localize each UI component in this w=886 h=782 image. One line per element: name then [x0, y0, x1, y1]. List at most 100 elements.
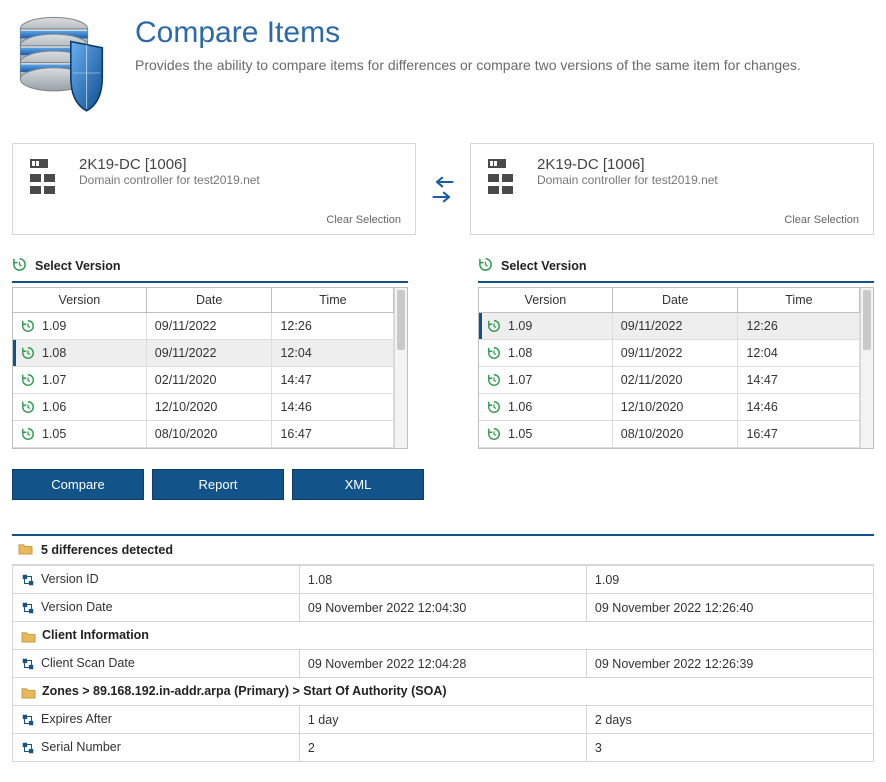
folder-icon — [21, 630, 36, 643]
compare-icon — [21, 713, 35, 727]
page-subtitle: Provides the ability to compare items fo… — [135, 56, 801, 76]
time-value: 14:47 — [272, 367, 394, 394]
diff-label: Serial Number — [41, 740, 121, 754]
folder-icon — [18, 542, 33, 558]
time-value: 12:26 — [738, 313, 860, 340]
select-version-label: Select Version — [35, 259, 120, 273]
date-value: 12/10/2020 — [146, 394, 272, 421]
col-date[interactable]: Date — [612, 288, 738, 313]
clear-selection-link[interactable]: Clear Selection — [27, 214, 401, 226]
col-version[interactable]: Version — [479, 288, 612, 313]
diff-value-a: 1.08 — [299, 566, 586, 594]
time-value: 12:26 — [272, 313, 394, 340]
date-value: 02/11/2020 — [612, 367, 738, 394]
version-panel-right: Select Version Version Date Time 1.0909/… — [478, 257, 874, 449]
diff-row: Client Scan Date09 November 2022 12:04:2… — [13, 650, 874, 678]
col-time[interactable]: Time — [272, 288, 394, 313]
server-tree-icon — [27, 156, 67, 196]
version-table[interactable]: Version Date Time 1.0909/11/202212:261.0… — [13, 288, 394, 448]
folder-icon — [21, 686, 36, 699]
swap-button[interactable] — [430, 175, 456, 204]
col-version[interactable]: Version — [13, 288, 146, 313]
xml-button[interactable]: XML — [292, 469, 424, 500]
clear-selection-link[interactable]: Clear Selection — [485, 214, 859, 226]
version-row[interactable]: 1.0809/11/202212:04 — [479, 340, 860, 367]
diff-label: Expires After — [41, 712, 112, 726]
diff-value-b: 09 November 2022 12:26:39 — [586, 650, 873, 678]
differences-table: Version ID1.081.09Version Date09 Novembe… — [12, 565, 874, 762]
col-time[interactable]: Time — [738, 288, 860, 313]
diff-row: Serial Number 23 — [13, 734, 874, 762]
page-header: Compare Items Provides the ability to co… — [12, 10, 874, 115]
version-value: 1.07 — [508, 373, 532, 387]
version-value: 1.06 — [42, 400, 66, 414]
date-value: 09/11/2022 — [146, 340, 272, 367]
version-table[interactable]: Version Date Time 1.0909/11/202212:261.0… — [479, 288, 860, 448]
date-value: 12/10/2020 — [612, 394, 738, 421]
version-row[interactable]: 1.07 02/11/202014:47 — [13, 367, 394, 394]
arrow-left-icon — [430, 175, 456, 189]
report-button[interactable]: Report — [152, 469, 284, 500]
history-icon — [21, 427, 35, 441]
page-title: Compare Items — [135, 16, 801, 50]
version-row[interactable]: 1.06 12/10/202014:46 — [13, 394, 394, 421]
version-row[interactable]: 1.0702/11/202014:47 — [479, 367, 860, 394]
version-value: 1.08 — [508, 346, 532, 360]
version-value: 1.05 — [508, 427, 532, 441]
item-cards-row: 2K19-DC [1006] Domain controller for tes… — [12, 143, 874, 235]
version-row[interactable]: 1.0909/11/202212:26 — [479, 313, 860, 340]
select-version-header: Select Version — [12, 257, 408, 283]
diff-value-a: 1 day — [299, 706, 586, 734]
version-row[interactable]: 1.09 09/11/202212:26 — [13, 313, 394, 340]
date-value: 09/11/2022 — [612, 340, 738, 367]
version-value: 1.09 — [42, 319, 66, 333]
diff-value-a: 09 November 2022 12:04:30 — [299, 594, 586, 622]
compare-item-right: 2K19-DC [1006] Domain controller for tes… — [470, 143, 874, 235]
version-value: 1.05 — [42, 427, 66, 441]
version-row[interactable]: 1.05 08/10/202016:47 — [479, 421, 860, 448]
version-tables-row: Select Version Version Date Time 1.09 09/… — [12, 257, 874, 449]
differences-header: 5 differences detected — [12, 534, 874, 565]
version-value: 1.06 — [508, 400, 532, 414]
scrollbar[interactable] — [860, 288, 873, 448]
date-value: 08/10/2020 — [612, 421, 738, 448]
compare-icon — [21, 573, 35, 587]
history-icon — [21, 346, 35, 360]
version-value: 1.07 — [42, 373, 66, 387]
action-buttons: Compare Report XML — [12, 469, 874, 500]
version-panel-left: Select Version Version Date Time 1.09 09/… — [12, 257, 408, 449]
card-title: 2K19-DC [1006] — [79, 156, 260, 173]
compare-button[interactable]: Compare — [12, 469, 144, 500]
history-icon — [21, 400, 35, 414]
history-icon — [487, 346, 501, 360]
history-icon — [487, 400, 501, 414]
diff-value-a: 2 — [299, 734, 586, 762]
version-value: 1.08 — [42, 346, 66, 360]
diff-value-b: 09 November 2022 12:26:40 — [586, 594, 873, 622]
diff-value-a: 09 November 2022 12:04:28 — [299, 650, 586, 678]
diff-row: Version Date09 November 2022 12:04:3009 … — [13, 594, 874, 622]
card-subtitle: Domain controller for test2019.net — [79, 173, 260, 187]
col-date[interactable]: Date — [146, 288, 272, 313]
version-row[interactable]: 1.0508/10/202016:47 — [13, 421, 394, 448]
time-value: 16:47 — [738, 421, 860, 448]
select-version-label: Select Version — [501, 259, 586, 273]
card-subtitle: Domain controller for test2019.net — [537, 173, 718, 187]
date-value: 09/11/2022 — [146, 313, 272, 340]
compare-icon — [21, 601, 35, 615]
diff-row: Zones > 89.168.192.in-addr.arpa (Primary… — [13, 678, 874, 706]
time-value: 14:46 — [272, 394, 394, 421]
history-icon — [12, 257, 27, 275]
version-value: 1.09 — [508, 319, 532, 333]
date-value: 02/11/2020 — [146, 367, 272, 394]
history-icon — [478, 257, 493, 275]
version-row[interactable]: 1.06 12/10/202014:46 — [479, 394, 860, 421]
diff-row: Version ID1.081.09 — [13, 566, 874, 594]
server-tree-icon — [485, 156, 525, 196]
version-row[interactable]: 1.08 09/11/202212:04 — [13, 340, 394, 367]
time-value: 14:46 — [738, 394, 860, 421]
time-value: 12:04 — [272, 340, 394, 367]
scrollbar[interactable] — [394, 288, 407, 448]
diff-value-b: 3 — [586, 734, 873, 762]
arrow-right-icon — [430, 190, 456, 204]
